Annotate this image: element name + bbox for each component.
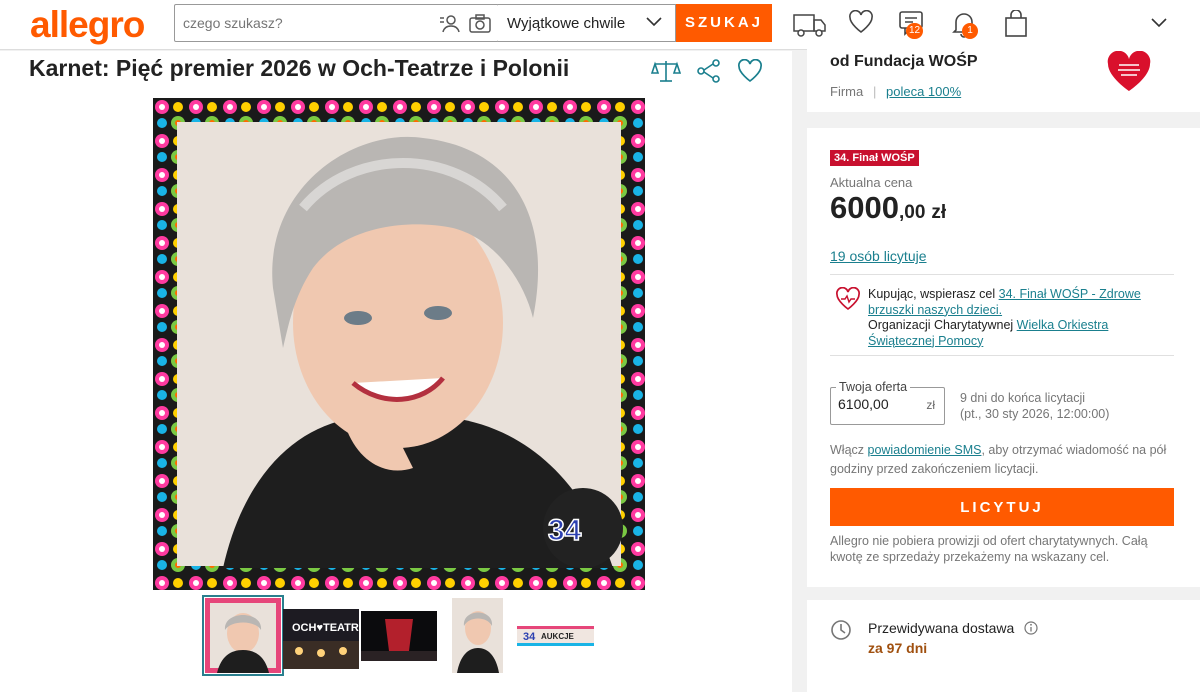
auction-end-date: (pt., 30 sty 2026, 12:00:00) <box>960 407 1110 421</box>
wosp-final-tag: 34. Finał WOŚP <box>830 150 919 166</box>
category-select[interactable]: Wyjątkowe chwile <box>498 4 676 42</box>
product-title: Karnet: Pięć premier 2026 w Och-Teatrze … <box>29 55 570 81</box>
thumbnail-2[interactable]: OCH♥TEATR <box>283 609 359 669</box>
price-label: Aktualna cena <box>830 175 913 190</box>
thumbnail-1[interactable] <box>202 595 284 676</box>
price-decimals: ,00 <box>898 202 926 223</box>
svg-text:OCH♥TEATR: OCH♥TEATR <box>292 622 359 634</box>
charity-heart-icon <box>835 286 861 316</box>
add-to-favorites-icon[interactable] <box>737 58 763 88</box>
search-input[interactable] <box>183 5 433 41</box>
price-currency: zł <box>931 202 947 223</box>
delivery-estimate: za 97 dni <box>868 640 928 656</box>
top-header: allegro Wyjątkowe chwile SZUKAJ 12 1 <box>0 0 1200 50</box>
shopping-bag-icon[interactable] <box>1004 9 1028 43</box>
charity-org-prefix: Organizacji Charytatywnej <box>868 318 1017 332</box>
chevron-down-icon <box>645 15 663 33</box>
svg-text:34: 34 <box>548 514 582 547</box>
offer-box: 34. Finał WOŚP Aktualna cena 6000,00 zł 1… <box>807 128 1200 587</box>
seller-name[interactable]: od Fundacja WOŚP <box>830 53 978 71</box>
thumbnail-4[interactable] <box>452 598 503 673</box>
bid-button[interactable]: LICYTUJ <box>830 488 1174 526</box>
search-button[interactable]: SZUKAJ <box>676 4 772 42</box>
account-chevron-down-icon[interactable] <box>1150 16 1168 35</box>
seller-rating-link[interactable]: poleca 100% <box>886 84 961 99</box>
charity-info: Kupując, wspierasz cel 34. Finał WOŚP - … <box>868 287 1168 349</box>
sms-notification-info: Włącz powiadomienie SMS, aby otrzymać wi… <box>830 441 1180 479</box>
search-history-icon[interactable] <box>439 14 461 39</box>
sms-prefix: Włącz <box>830 443 868 457</box>
favorites-heart-icon[interactable] <box>848 9 874 39</box>
fee-note: Allegro nie pobiera prowizji od ofert ch… <box>830 534 1148 564</box>
clock-icon <box>830 619 852 646</box>
sms-notification-link[interactable]: powiadomienie SMS <box>868 443 982 457</box>
auction-time-left: 9 dni do końca licytacji <box>960 391 1086 405</box>
delivery-box: Przewidywana dostawa za 97 dni <box>807 600 1200 692</box>
bid-currency: zł <box>926 398 935 412</box>
bid-amount-field[interactable]: Twoja oferta zł <box>830 380 945 425</box>
wosp-heart-logo <box>1106 50 1152 98</box>
search-box <box>174 4 499 42</box>
price-main: 6000 <box>830 190 899 225</box>
main-product-image[interactable]: 34 <box>153 98 645 590</box>
bidders-link[interactable]: 19 osób licytuje <box>830 248 927 264</box>
info-icon[interactable] <box>1024 621 1038 640</box>
notifications-count-badge: 1 <box>962 23 978 39</box>
camera-icon[interactable] <box>469 14 491 39</box>
divider <box>830 355 1174 356</box>
svg-text:AUKCJE: AUKCJE <box>541 632 575 641</box>
compare-scales-icon[interactable] <box>650 59 682 88</box>
allegro-logo[interactable]: allegro <box>30 4 145 46</box>
delivery-label: Przewidywana dostawa <box>868 620 1015 636</box>
thumbnail-3[interactable] <box>361 611 437 661</box>
divider <box>830 274 1174 275</box>
share-icon[interactable] <box>696 59 722 88</box>
messages-count-badge: 12 <box>906 23 924 39</box>
charity-prefix: Kupując, wspierasz cel <box>868 287 999 301</box>
seller-box: od Fundacja WOŚP Firma | poleca 100% <box>807 45 1200 112</box>
bid-amount-input[interactable] <box>838 396 908 412</box>
delivery-truck-icon[interactable] <box>793 10 827 43</box>
thumbnail-5[interactable]: 34 AUKCJE <box>517 626 594 646</box>
svg-text:34: 34 <box>523 631 536 643</box>
category-select-value: Wyjątkowe chwile <box>507 15 626 32</box>
current-price: 6000,00 zł <box>830 190 946 226</box>
auction-end-info: 9 dni do końca licytacji (pt., 30 sty 20… <box>960 390 1160 422</box>
separator: | <box>873 84 877 99</box>
seller-type: Firma <box>830 84 864 99</box>
bid-field-label: Twoja oferta <box>836 380 911 394</box>
